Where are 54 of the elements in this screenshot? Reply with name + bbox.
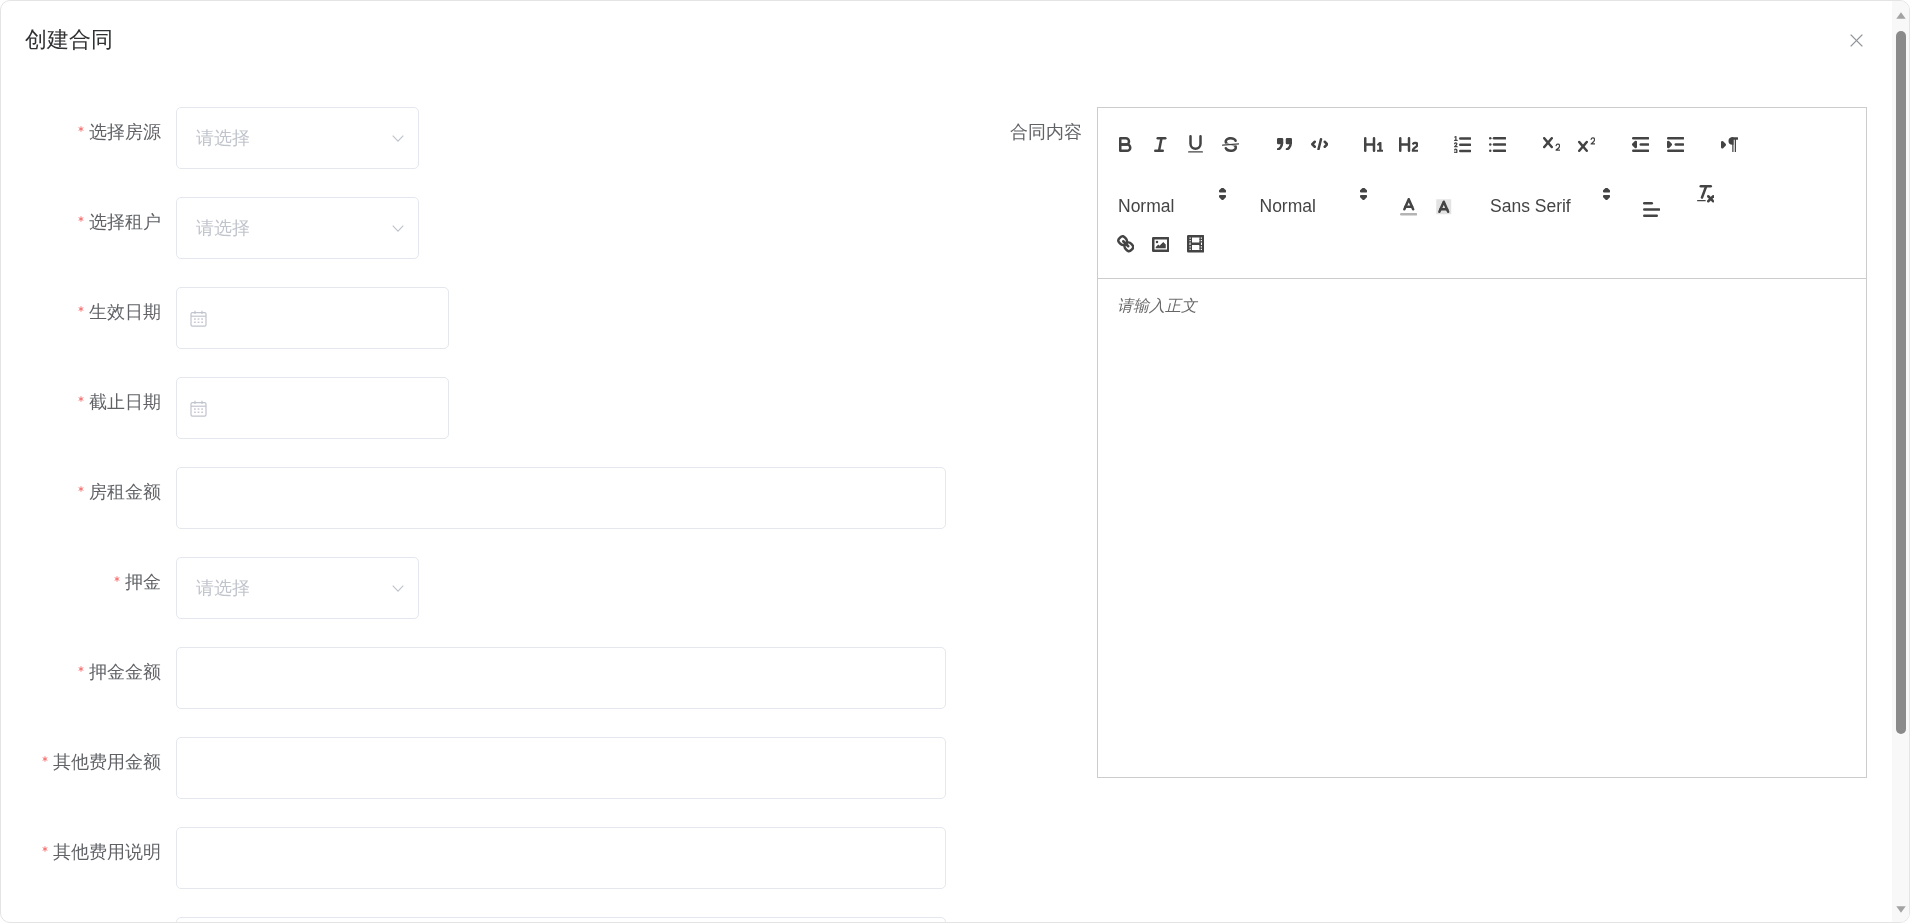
up-down-caret-icon xyxy=(1360,188,1367,200)
calendar-icon xyxy=(190,399,207,417)
heading-one-icon xyxy=(1363,136,1384,152)
clear-format-icon xyxy=(1696,185,1715,203)
scrollbar-thumb[interactable] xyxy=(1895,31,1906,734)
input-field[interactable] xyxy=(176,827,946,889)
film-icon xyxy=(1186,235,1205,253)
text-direction-icon xyxy=(1720,135,1739,153)
image-icon xyxy=(1151,236,1170,252)
date-field[interactable] xyxy=(176,287,449,349)
field-label: 押金 xyxy=(125,571,161,594)
text-color-icon xyxy=(1399,198,1418,216)
heading-two-icon xyxy=(1398,136,1419,152)
close-icon xyxy=(1849,33,1863,47)
underline-icon xyxy=(1188,135,1203,153)
chevron-down-icon xyxy=(392,134,404,142)
superscript-icon xyxy=(1577,136,1596,152)
field-label: 选择租户 xyxy=(89,211,161,234)
link-icon xyxy=(1116,235,1135,253)
align-left-icon xyxy=(1642,201,1661,217)
format-dropdown[interactable]: Normal xyxy=(1249,187,1372,222)
field-label: 合同内容 xyxy=(1010,121,1082,144)
code-icon xyxy=(1310,137,1329,151)
calendar-icon xyxy=(190,309,207,327)
bullet-list-icon xyxy=(1488,136,1507,152)
chevron-down-icon xyxy=(392,224,404,232)
strikethrough-icon xyxy=(1221,136,1240,152)
editor-text-field[interactable]: 请输入正文 xyxy=(1098,279,1866,777)
field-label: 押金金额 xyxy=(89,661,161,684)
field-label: 截止日期 xyxy=(89,391,161,414)
highlight-icon xyxy=(1434,198,1453,216)
field-label: 生效日期 xyxy=(89,301,161,324)
up-down-caret-icon xyxy=(1218,188,1226,200)
chevron-down-icon xyxy=(392,584,404,592)
input-field[interactable] xyxy=(176,647,946,709)
up-down-caret-icon xyxy=(1603,188,1610,200)
input-field[interactable] xyxy=(176,737,946,799)
date-field[interactable] xyxy=(176,377,449,439)
field-label: 其他费用金额 xyxy=(53,751,161,774)
italic-icon xyxy=(1154,136,1167,152)
format-dropdown[interactable]: Sans Serif xyxy=(1480,187,1615,222)
format-dropdown[interactable]: Normal xyxy=(1108,187,1231,222)
dialog-title: 创建合同 xyxy=(25,26,113,54)
outdent-icon xyxy=(1631,136,1650,152)
field-label: 其他费用说明 xyxy=(53,841,161,864)
quote-icon xyxy=(1277,137,1292,151)
bold-icon xyxy=(1119,136,1132,152)
numbered-list-icon xyxy=(1453,135,1472,153)
scrollbar-track[interactable] xyxy=(1892,1,1909,922)
input-field[interactable] xyxy=(176,467,946,529)
field-label: 房租金额 xyxy=(89,481,161,504)
field-label: 选择房源 xyxy=(89,121,161,144)
subscript-icon xyxy=(1542,137,1561,151)
indent-icon xyxy=(1666,136,1685,152)
